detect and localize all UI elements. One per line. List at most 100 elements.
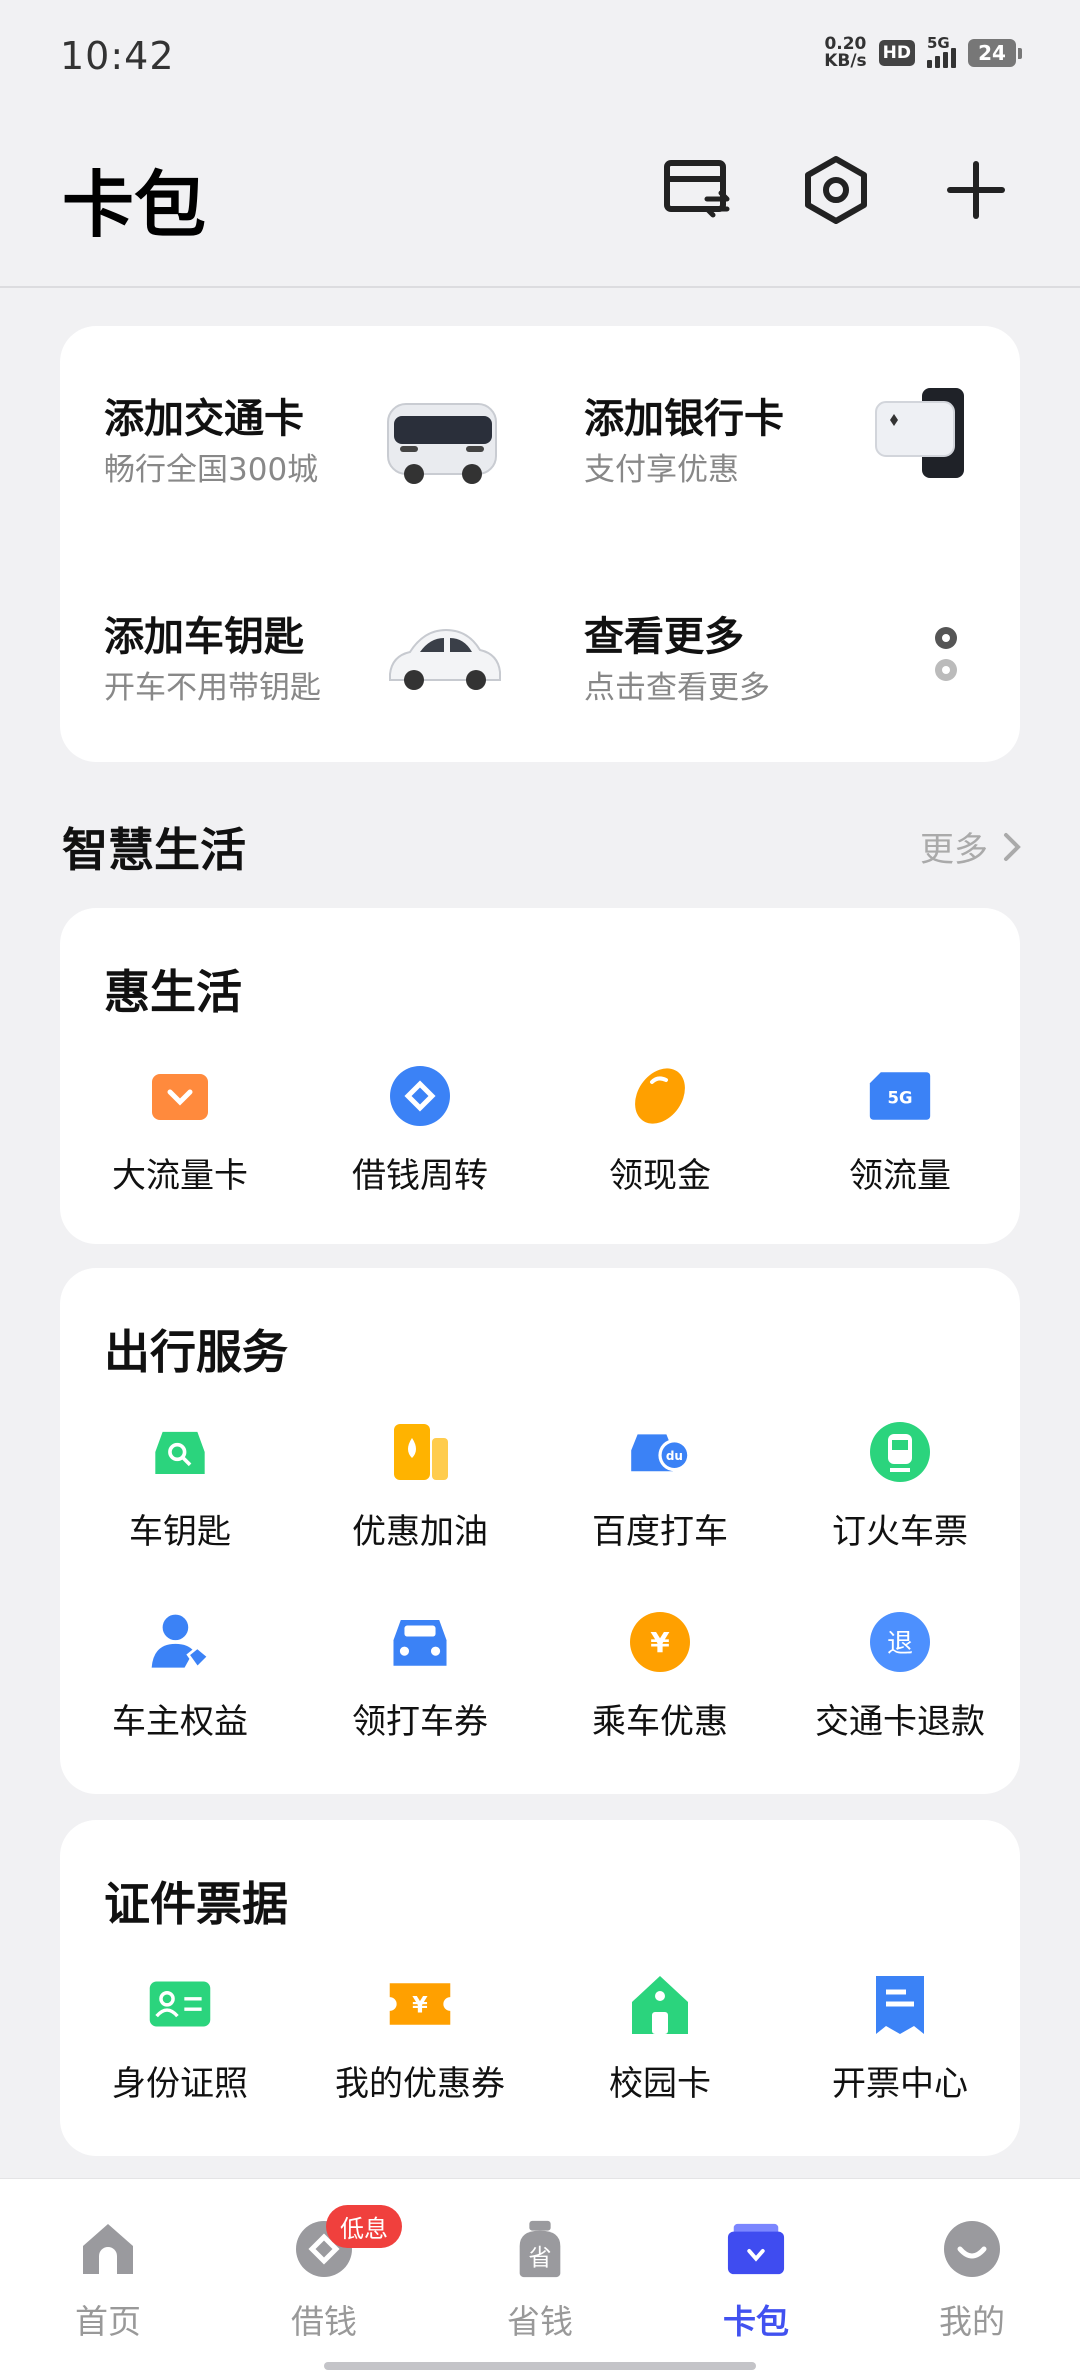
taxi-coupon-icon	[388, 1610, 452, 1674]
chevron-right-icon	[1004, 832, 1021, 861]
tab-wallet[interactable]: 卡包	[648, 2219, 864, 2349]
travel-services-card: 出行服务 车钥匙 优惠加油 du 百度打车 订火车票 车主权益 领打车券 ¥ 乘…	[60, 1268, 1020, 1794]
add-transit-card[interactable]: 添加交通卡 畅行全国300城	[60, 326, 540, 526]
home-icon	[78, 2219, 138, 2279]
status-time: 10:42	[60, 34, 175, 78]
add-bank-card[interactable]: 添加银行卡 支付享优惠	[540, 326, 1020, 526]
svg-text:省: 省	[528, 2244, 551, 2271]
grid-item-label: 订火车票	[832, 1512, 968, 1552]
grid-item-card-refund[interactable]: 退 交通卡退款	[780, 1610, 1020, 1750]
svg-text:¥: ¥	[412, 1993, 428, 2019]
grid-item-label: 车主权益	[112, 1702, 248, 1742]
sim-5g-icon: 5G	[868, 1064, 932, 1128]
tab-label: 首页	[75, 2302, 141, 2341]
grid-item-campus-card[interactable]: 校园卡	[540, 1972, 780, 2112]
data-card-icon	[148, 1064, 212, 1128]
add-car-key-subtitle: 开车不用带钥匙	[104, 670, 321, 706]
fuel-icon	[388, 1420, 452, 1484]
smart-life-more-label: 更多	[920, 830, 988, 870]
view-more-title: 查看更多	[584, 614, 744, 660]
home-indicator[interactable]	[324, 2362, 756, 2370]
hui-life-title: 惠生活	[104, 965, 242, 1019]
grid-item-label: 百度打车	[592, 1512, 728, 1552]
hd-badge: HD	[878, 40, 915, 66]
battery-icon: 24	[968, 39, 1022, 67]
grid-item-label: 领现金	[609, 1156, 711, 1196]
tab-label: 借钱	[291, 2302, 357, 2341]
grid-item-train[interactable]: 订火车票	[780, 1420, 1020, 1560]
id-card-icon	[148, 1972, 212, 2036]
grid-item-label: 车钥匙	[129, 1512, 231, 1552]
refund-icon: 退	[868, 1610, 932, 1674]
grid-item-label: 校园卡	[609, 2064, 711, 2104]
add-car-key-title: 添加车钥匙	[104, 614, 304, 660]
documents-card: 证件票据 身份证照 ¥ 我的优惠券 校园卡 开票中心	[60, 1820, 1020, 2156]
battery-level: 24	[968, 39, 1016, 67]
page-header: 卡包	[0, 112, 1080, 288]
tab-save-money[interactable]: 省 省钱	[432, 2219, 648, 2349]
tab-label: 我的	[939, 2302, 1005, 2341]
view-more[interactable]: 查看更多 点击查看更多	[540, 544, 1020, 744]
plus-icon[interactable]	[938, 152, 1014, 228]
low-interest-badge: 低息	[326, 2205, 402, 2248]
grid-item-my-coupons[interactable]: ¥ 我的优惠券	[300, 1972, 540, 2112]
grid-item-baidu-taxi[interactable]: du 百度打车	[540, 1420, 780, 1560]
coupon-icon: ¥	[388, 1972, 452, 2036]
grid-item-car-key[interactable]: 车钥匙	[60, 1420, 300, 1560]
tab-home[interactable]: 首页	[0, 2219, 216, 2349]
train-icon	[868, 1420, 932, 1484]
wallet-icon	[726, 2219, 786, 2279]
tab-label: 卡包	[723, 2302, 789, 2341]
tab-borrow[interactable]: 低息 借钱	[216, 2205, 432, 2349]
owner-benefit-icon	[148, 1610, 212, 1674]
grid-item-invoice-center[interactable]: 开票中心	[780, 1972, 1020, 2112]
documents-title: 证件票据	[104, 1877, 288, 1931]
quick-actions-card: 添加交通卡 畅行全国300城 添加银行卡 支付享优惠 添加车钥匙 开车不用带钥匙	[60, 326, 1020, 762]
add-transit-card-title: 添加交通卡	[104, 396, 304, 442]
status-bar: 10:42 0.20 KB/s HD 5G 24	[0, 0, 1080, 112]
grid-item-ride-discount[interactable]: ¥ 乘车优惠	[540, 1610, 780, 1750]
network-speed: 0.20 KB/s	[824, 36, 866, 70]
grid-item-fuel[interactable]: 优惠加油	[300, 1420, 540, 1560]
status-right: 0.20 KB/s HD 5G 24	[824, 34, 1022, 70]
grid-item-label: 乘车优惠	[592, 1702, 728, 1742]
add-bank-card-title: 添加银行卡	[584, 396, 784, 442]
tab-label: 省钱	[507, 2302, 573, 2341]
profile-icon	[942, 2219, 1002, 2279]
smart-life-more[interactable]: 更多	[920, 822, 1022, 871]
network-speed-unit: KB/s	[824, 51, 867, 71]
card-swap-icon[interactable]	[660, 152, 736, 228]
view-more-subtitle: 点击查看更多	[584, 670, 770, 706]
bus-icon	[380, 382, 510, 492]
bean-icon	[628, 1064, 692, 1128]
grid-item-cash[interactable]: 领现金	[540, 1064, 780, 1204]
network-type: 5G	[927, 34, 950, 52]
page-title: 卡包	[62, 163, 207, 247]
settings-hexagon-icon[interactable]	[798, 152, 874, 228]
grid-item-label: 交通卡退款	[815, 1702, 985, 1742]
grid-item-label: 领打车券	[352, 1702, 488, 1742]
grid-item-id-card[interactable]: 身份证照	[60, 1972, 300, 2112]
invoice-icon	[868, 1972, 932, 2036]
yuan-coin-icon: ¥	[628, 1610, 692, 1674]
bottom-tab-bar: 首页 低息 借钱 省 省钱 卡包 我的	[0, 2178, 1080, 2376]
svg-text:5G: 5G	[888, 1088, 913, 1107]
grid-item-data-card[interactable]: 大流量卡	[60, 1064, 300, 1204]
svg-text:du: du	[666, 1449, 683, 1463]
tab-profile[interactable]: 我的	[864, 2219, 1080, 2349]
add-transit-card-subtitle: 畅行全国300城	[104, 452, 319, 488]
car-icon	[380, 600, 510, 710]
baidu-taxi-icon: du	[628, 1420, 692, 1484]
grid-item-label: 优惠加油	[352, 1512, 488, 1552]
more-dots-icon	[860, 600, 990, 710]
loan-icon	[388, 1064, 452, 1128]
grid-item-label: 借钱周转	[352, 1156, 488, 1196]
grid-item-owner-benefit[interactable]: 车主权益	[60, 1610, 300, 1750]
hui-life-card: 惠生活 大流量卡 借钱周转 领现金 5G 领流量	[60, 908, 1020, 1244]
grid-item-data-traffic[interactable]: 5G 领流量	[780, 1064, 1020, 1204]
grid-item-loan[interactable]: 借钱周转	[300, 1064, 540, 1204]
grid-item-taxi-coupon[interactable]: 领打车券	[300, 1610, 540, 1750]
campus-icon	[628, 1972, 692, 2036]
add-car-key[interactable]: 添加车钥匙 开车不用带钥匙	[60, 544, 540, 744]
grid-item-label: 领流量	[849, 1156, 951, 1196]
